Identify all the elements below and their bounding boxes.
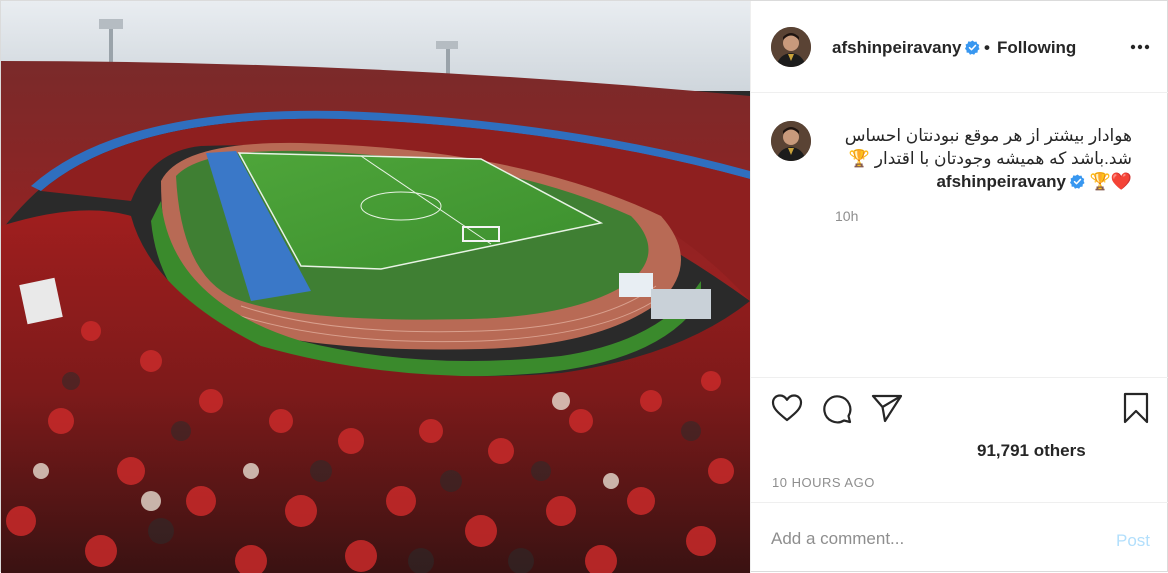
- post-timestamp[interactable]: 10 HOURS AGO: [772, 475, 875, 490]
- instagram-post: afshinpeiravany • Following هوادار بیشتر…: [0, 0, 1168, 573]
- caption-section: هوادار بیشتر از هر موقع نبودنتان احساس ش…: [751, 93, 1168, 378]
- post-header: afshinpeiravany • Following: [751, 1, 1168, 93]
- separator-dot: •: [984, 38, 990, 57]
- action-bar: [751, 391, 1168, 427]
- verified-badge-icon: [1069, 174, 1085, 189]
- header-username[interactable]: afshinpeiravany: [832, 38, 980, 58]
- verified-badge-icon: [965, 40, 980, 55]
- caption-text-block: هوادار بیشتر از هر موقع نبودنتان احساس ش…: [832, 124, 1132, 193]
- avatar-portrait: [771, 27, 811, 67]
- caption-username[interactable]: afshinpeiravany: [936, 172, 1085, 191]
- comment-bar: Post: [751, 502, 1168, 573]
- header-username-text: afshinpeiravany: [832, 38, 962, 57]
- avatar-portrait: [771, 121, 811, 161]
- more-options-icon[interactable]: [1127, 37, 1153, 57]
- post-comment-button[interactable]: Post: [1116, 531, 1150, 551]
- caption-avatar[interactable]: [771, 121, 811, 161]
- heart-icon[interactable]: [771, 393, 803, 423]
- post-image-stadium[interactable]: [1, 1, 750, 573]
- caption-timestamp[interactable]: 10h: [835, 208, 858, 224]
- bookmark-icon[interactable]: [1122, 392, 1150, 424]
- comment-icon[interactable]: [821, 393, 853, 425]
- stadium-photo: [1, 1, 750, 573]
- paper-plane-icon[interactable]: [871, 393, 903, 423]
- avatar[interactable]: [771, 27, 811, 67]
- following-button[interactable]: Following: [997, 38, 1076, 58]
- caption-username-text: afshinpeiravany: [936, 172, 1066, 191]
- post-sidebar: afshinpeiravany • Following هوادار بیشتر…: [750, 1, 1168, 573]
- comment-input[interactable]: [771, 529, 1091, 549]
- likes-count[interactable]: 91,791 others: [977, 441, 1086, 461]
